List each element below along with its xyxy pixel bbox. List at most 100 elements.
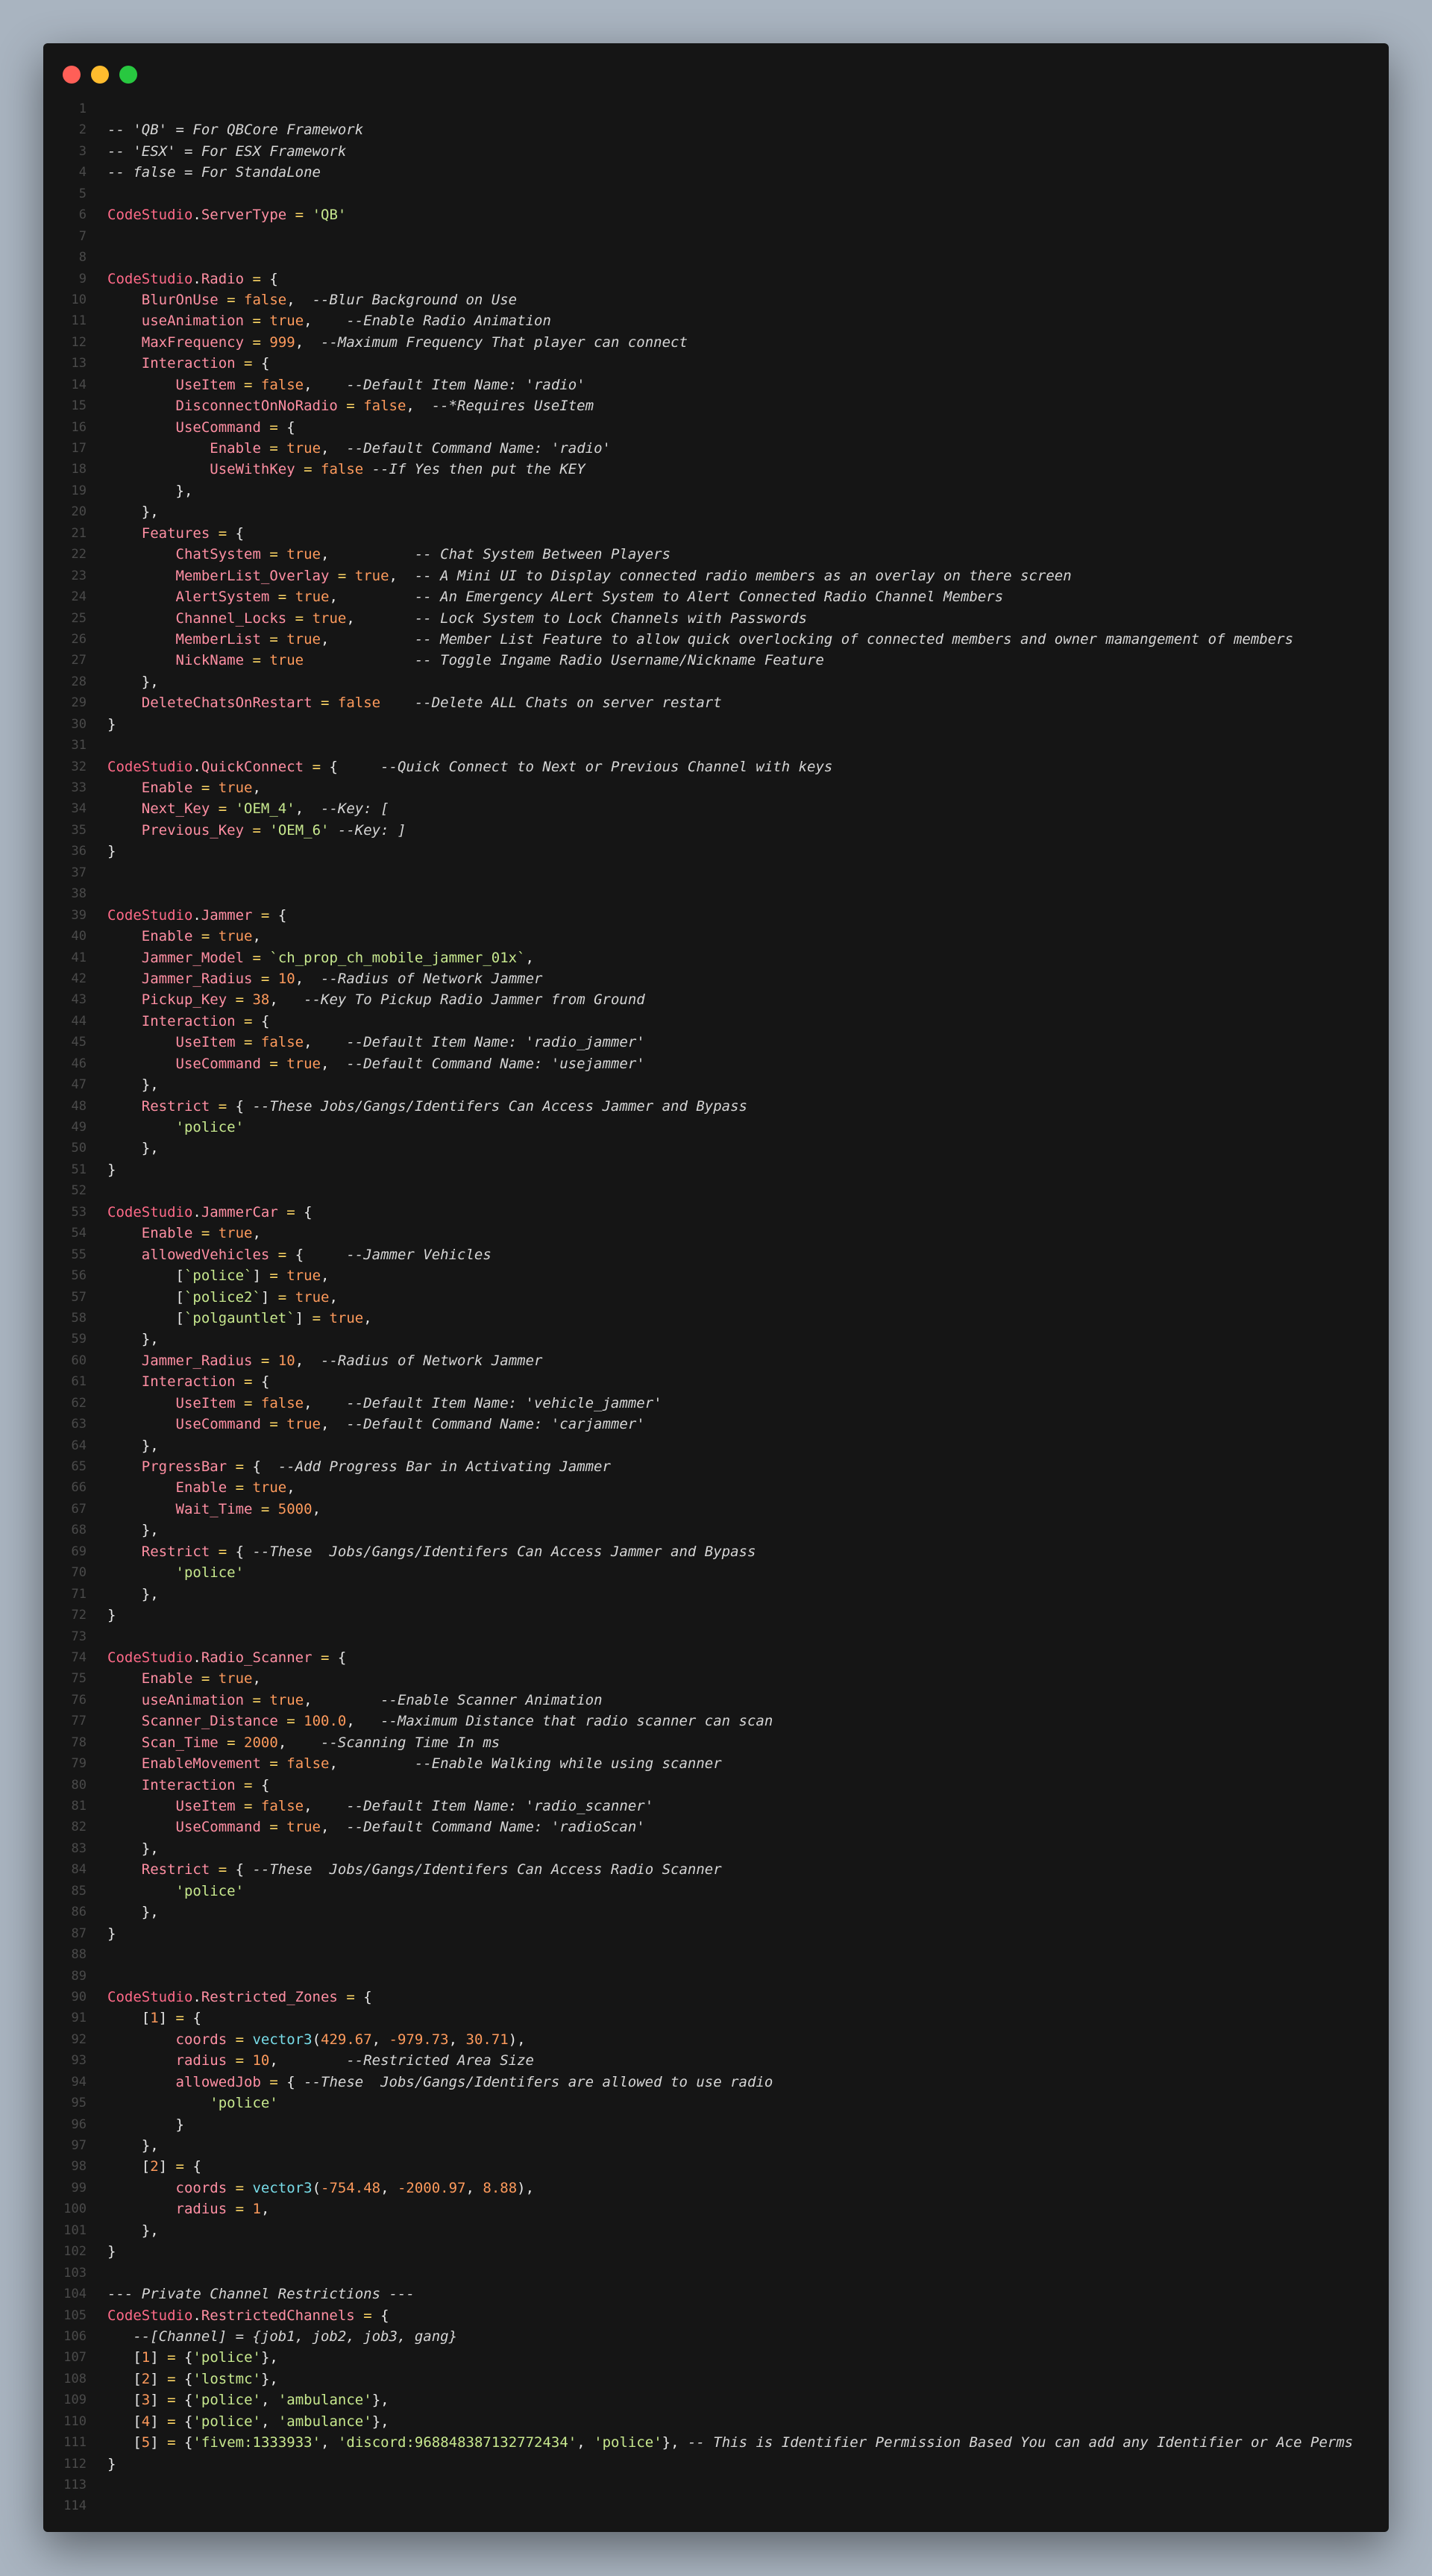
code-token: false xyxy=(363,398,406,415)
code-token: }, xyxy=(107,1140,159,1157)
code-token: true xyxy=(329,1309,364,1326)
code-token: true xyxy=(286,1819,321,1836)
code-token: EnableMovement xyxy=(141,1755,261,1773)
code-token: = xyxy=(337,398,364,415)
line-number: 9 xyxy=(78,271,87,286)
code-token: } xyxy=(107,1161,116,1178)
code-line: 51} xyxy=(43,1159,1389,1180)
code-line: 89 xyxy=(43,1966,1389,1987)
code-token: , xyxy=(465,2179,483,2196)
code-token: }, xyxy=(260,2370,278,2387)
line-source: Jammer_Model = `ch_prop_ch_mobile_jammer… xyxy=(107,947,534,968)
line-source: Restrict = { --These Jobs/Gangs/Identife… xyxy=(107,1541,756,1562)
code-token: }, xyxy=(107,1331,159,1348)
code-line: 40 Enable = true, xyxy=(43,926,1389,947)
code-line: 23 MemberList_Overlay = true, -- A Mini … xyxy=(43,565,1389,586)
line-source: [4] = {'police', 'ambulance'}, xyxy=(107,2411,389,2432)
code-token: ] xyxy=(158,2158,168,2175)
code-line: 85 'police' xyxy=(43,1881,1389,1902)
code-token: , xyxy=(321,1819,347,1836)
code-token: true xyxy=(269,1691,304,1708)
code-token: , xyxy=(295,333,321,351)
code-token: `ch_prop_ch_mobile_jammer_01x` xyxy=(269,949,526,966)
code-token: UseCommand xyxy=(175,1055,261,1072)
line-number: 6 xyxy=(78,207,87,223)
code-line: 20 }, xyxy=(43,501,1389,522)
code-token: ( xyxy=(312,2031,321,2048)
code-line: 10 BlurOnUse = false, --Blur Background … xyxy=(43,289,1389,310)
code-token: 1 xyxy=(150,2010,159,2027)
maximize-window-button[interactable] xyxy=(119,66,137,84)
code-token: ] xyxy=(158,2010,168,2027)
code-token: -- 'QB' = For QBCore Framework xyxy=(107,122,364,139)
code-token: = xyxy=(192,928,219,945)
line-source: MemberList = true, -- Member List Featur… xyxy=(107,629,1294,650)
line-number: 64 xyxy=(71,1438,87,1453)
code-editor[interactable]: 1 2 -- 'QB' = For QBCore Framework 3 -- 'ESX… xyxy=(43,98,1389,2517)
code-line: 87} xyxy=(43,1923,1389,1944)
code-token: --These Jobs/Gangs/Identifers Can Access… xyxy=(252,1097,747,1115)
code-token: = xyxy=(218,291,245,308)
code-token: Radio xyxy=(201,270,245,287)
code-token: = xyxy=(337,1988,364,2005)
code-token: = xyxy=(260,419,287,436)
code-token: } xyxy=(107,1925,116,1942)
code-token: vector3 xyxy=(252,2179,313,2196)
code-line: 66 Enable = true, xyxy=(43,1477,1389,1498)
line-number: 26 xyxy=(71,631,87,647)
code-token: = xyxy=(227,2179,253,2196)
code-line: 3 -- 'ESX' = For ESX Framework xyxy=(43,141,1389,162)
close-window-button[interactable] xyxy=(63,66,81,84)
code-token: Interaction xyxy=(141,1012,236,1030)
line-number: 82 xyxy=(71,1820,87,1835)
line-number: 56 xyxy=(71,1268,87,1284)
line-source: Interaction = { xyxy=(107,1775,270,1796)
code-token: true xyxy=(218,1225,253,1242)
code-token: = xyxy=(244,652,270,669)
code-token: Restricted_Zones xyxy=(201,1988,338,2005)
code-line: 39 CodeStudio.Jammer = { xyxy=(43,905,1389,926)
line-source: }, xyxy=(107,1074,159,1095)
code-line: 45 UseItem = false, --Default Item Name:… xyxy=(43,1032,1389,1053)
code-token: { xyxy=(192,2010,201,2027)
code-line: 112} xyxy=(43,2454,1389,2475)
line-number: 11 xyxy=(71,313,87,329)
code-token: { xyxy=(184,2413,193,2430)
code-line: 47 }, xyxy=(43,1074,1389,1095)
code-line: 108 [2] = {'lostmc'}, xyxy=(43,2369,1389,2389)
code-token: Scanner_Distance xyxy=(141,1713,278,1730)
code-token: true xyxy=(286,630,321,648)
line-number: 17 xyxy=(71,441,87,456)
code-token: = xyxy=(286,207,313,224)
line-source: Wait_Time = 5000, xyxy=(107,1499,321,1520)
code-token: 8.88 xyxy=(483,2179,518,2196)
code-line: 79 EnableMovement = false, --Enable Walk… xyxy=(43,1753,1389,1774)
code-token: { xyxy=(235,524,245,542)
line-number: 20 xyxy=(71,504,87,520)
minimize-window-button[interactable] xyxy=(91,66,109,84)
code-token: 3 xyxy=(141,2392,151,2409)
code-token: , xyxy=(321,440,347,457)
code-token: }, xyxy=(107,1904,159,1921)
code-token: UseCommand xyxy=(175,419,261,436)
code-token: Restrict xyxy=(141,1543,210,1560)
code-token: , xyxy=(329,1288,338,1306)
code-token: UseCommand xyxy=(175,1416,261,1433)
code-line: 111 [5] = {'fivem:1333933', 'discord:968… xyxy=(43,2432,1389,2453)
code-token: }, xyxy=(107,1077,159,1094)
code-line: 15 DisconnectOnNoRadio = false, --*Requi… xyxy=(43,395,1389,416)
code-token: , xyxy=(312,1500,321,1517)
code-line: 21 Features = { xyxy=(43,523,1389,544)
code-token: = xyxy=(227,2031,253,2048)
line-source: }, xyxy=(107,1329,159,1350)
code-token: Enable xyxy=(210,440,261,457)
